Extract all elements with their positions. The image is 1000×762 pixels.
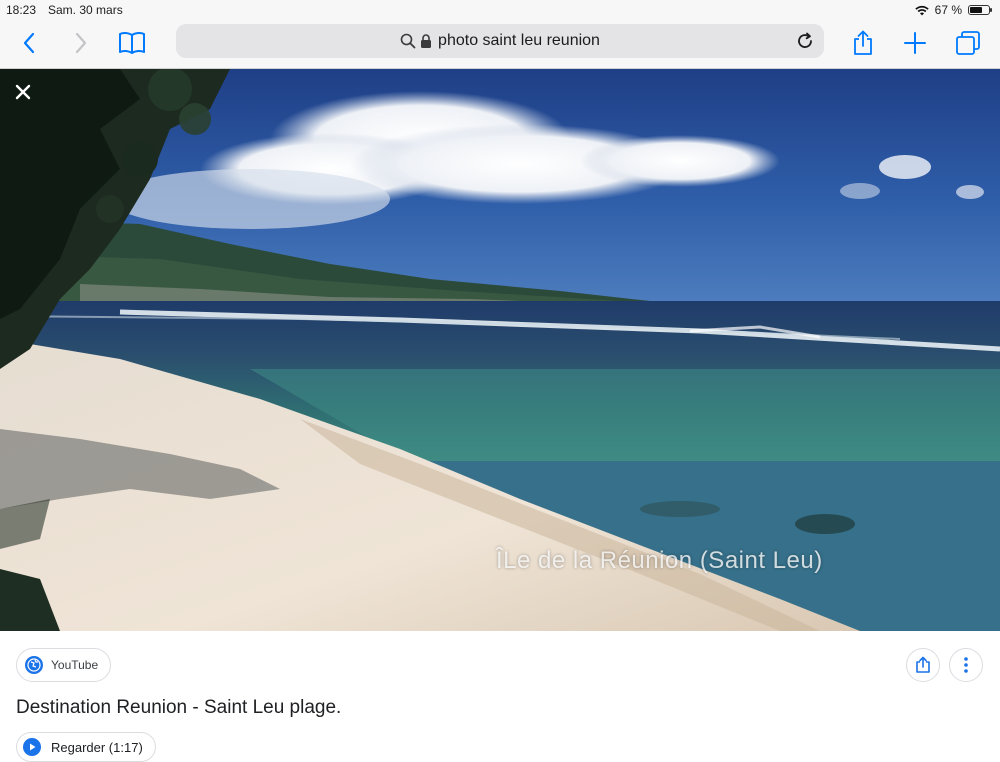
share-icon[interactable] — [846, 26, 880, 60]
result-info-panel: YouTube Destination Reunion - Saint Leu … — [0, 631, 1000, 762]
status-date: Sam. 30 mars — [48, 3, 123, 17]
share-result-button[interactable] — [906, 648, 940, 682]
bookmarks-icon[interactable] — [115, 26, 149, 60]
more-vert-icon — [964, 657, 968, 673]
globe-icon — [25, 656, 43, 674]
image-viewer[interactable]: ÎLe de la Réunion (Saint Leu) — [0, 69, 1000, 631]
play-icon — [23, 738, 41, 756]
url-text: photo saint leu reunion — [438, 32, 600, 49]
browser-toolbar: photo saint leu reunion — [0, 20, 1000, 69]
lock-icon — [421, 34, 432, 48]
back-icon[interactable] — [12, 26, 46, 60]
result-title[interactable]: Destination Reunion - Saint Leu plage. — [16, 697, 341, 719]
watch-button[interactable]: Regarder (1:17) — [16, 732, 156, 762]
forward-icon[interactable] — [64, 26, 98, 60]
wifi-icon — [914, 5, 929, 15]
watch-label: Regarder (1:17) — [51, 739, 143, 755]
address-bar[interactable]: photo saint leu reunion — [176, 24, 824, 58]
search-icon — [400, 33, 416, 49]
source-label: YouTube — [51, 658, 99, 672]
reload-icon[interactable] — [792, 28, 818, 54]
new-tab-icon[interactable] — [898, 26, 932, 60]
status-right: 67 % — [914, 3, 992, 17]
status-bar: 18:23 Sam. 30 mars 67 % — [0, 0, 1000, 20]
tabs-icon[interactable] — [951, 26, 985, 60]
status-time: 18:23 — [6, 3, 37, 17]
photo-watermark: ÎLe de la Réunion (Saint Leu) — [496, 547, 823, 574]
battery-percent: 67 % — [934, 3, 962, 17]
battery-icon — [968, 5, 992, 15]
more-options-button[interactable] — [949, 648, 983, 682]
close-icon[interactable] — [10, 79, 36, 105]
share-icon — [916, 656, 930, 673]
source-chip[interactable]: YouTube — [16, 648, 112, 682]
